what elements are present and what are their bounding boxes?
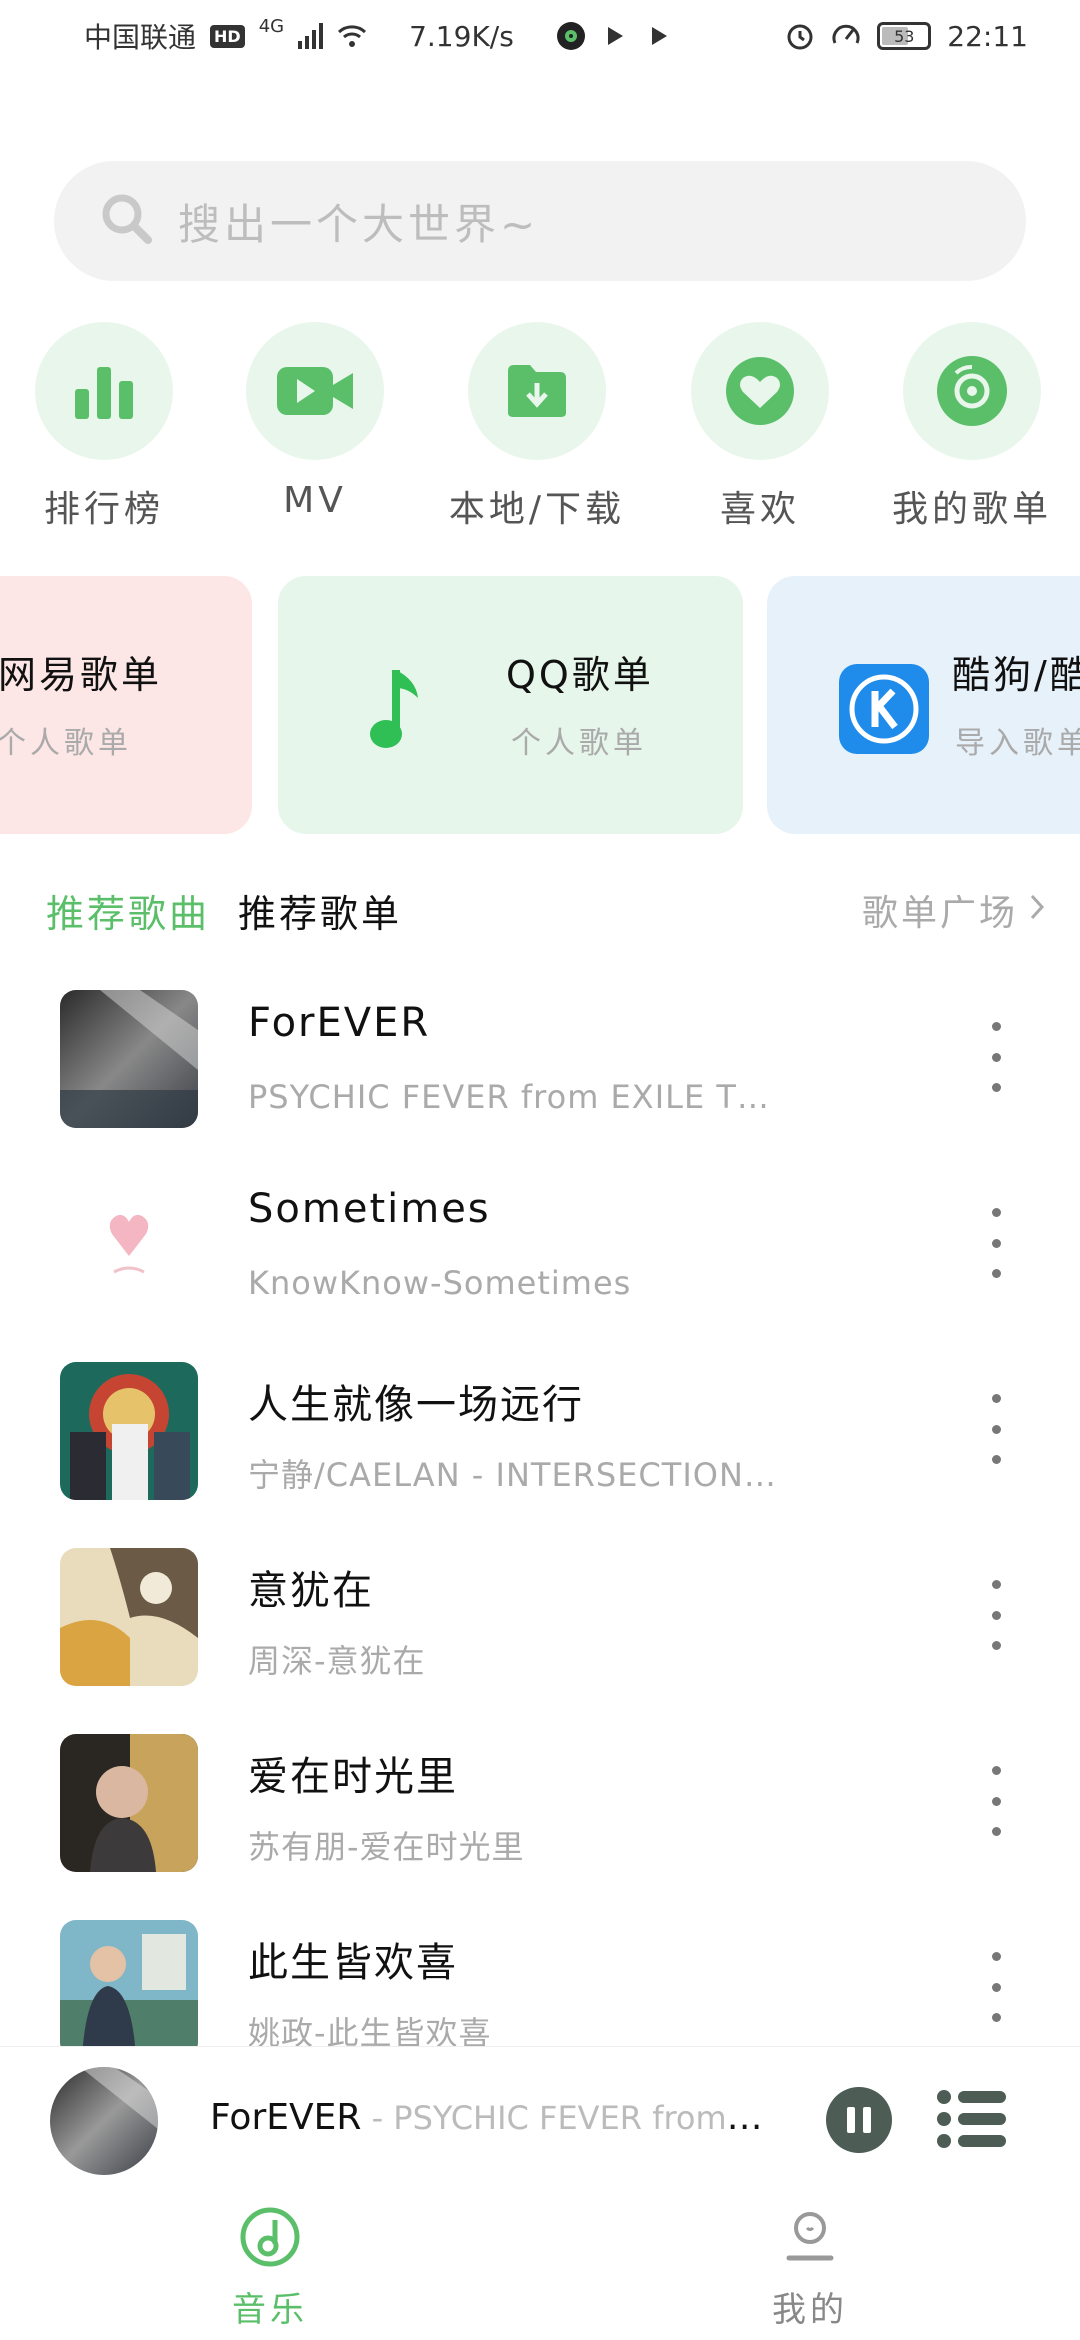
song-row[interactable]: Sometimes KnowKnow-Sometimes <box>0 1164 1080 1350</box>
now-playing-info: ForEVER - PSYCHIC FEVER from EXILE TRIBE <box>210 2097 770 2138</box>
chevron-right-icon <box>1028 890 1046 931</box>
network-type: 4G <box>258 16 285 37</box>
qq-playlist-card[interactable]: QQ歌单 个人歌单 <box>278 576 743 834</box>
song-title: 意犹在 <box>248 1568 374 1614</box>
mini-player[interactable]: ForEVER - PSYCHIC FEVER from EXILE TRIBE <box>0 2046 1080 2192</box>
song-row[interactable]: 人生就像一场远行 宁静/CAELAN - INTERSECTION-人生就像一场… <box>0 1350 1080 1536</box>
more-options-icon[interactable] <box>976 1022 1016 1092</box>
music-note-icon <box>368 666 428 760</box>
album-cover <box>60 1548 198 1686</box>
song-title: Sometimes <box>248 1186 491 1232</box>
speedometer-icon <box>831 21 861 51</box>
hd-badge: HD <box>210 24 245 48</box>
album-cover <box>60 1920 198 2048</box>
nav-music-label: 音乐 <box>232 2290 308 2330</box>
more-options-icon[interactable] <box>976 1766 1016 1836</box>
play-icon <box>600 21 630 51</box>
carrier-label: 中国联通 <box>84 21 197 54</box>
playlist-plaza-label: 歌单广场 <box>861 893 1018 934</box>
tab-recommended-songs[interactable]: 推荐歌曲 <box>46 883 210 938</box>
bar-chart-icon <box>35 322 173 460</box>
kugou-logo-icon <box>839 664 929 754</box>
now-playing-artist: - PSYCHIC FEVER from EXILE TRIBE <box>371 2099 770 2137</box>
my-playlists-label: 我的歌单 <box>891 489 1052 530</box>
favorite-button[interactable]: 喜欢 <box>660 322 860 532</box>
pause-button[interactable] <box>826 2087 892 2153</box>
song-artist: 姚政-此生皆欢喜 <box>248 2014 492 2048</box>
song-list: ForEVER PSYCHIC FEVER from EXILE TRIBE -… <box>0 978 1080 2048</box>
video-camera-icon <box>246 322 384 460</box>
song-title: ForEVER <box>248 1000 431 1046</box>
song-row[interactable]: 意犹在 周深-意犹在 <box>0 1536 1080 1722</box>
bottom-nav: 音乐 我的 <box>0 2192 1080 2340</box>
music-app-icon <box>556 21 586 51</box>
card-title: QQ歌单 <box>506 653 654 697</box>
song-artist: PSYCHIC FEVER from EXILE TRIBE - ForEVER <box>248 1078 788 1116</box>
user-icon <box>779 2206 841 2272</box>
heart-icon <box>691 322 829 460</box>
rank-label: 排行榜 <box>43 489 164 530</box>
download-folder-icon <box>468 322 606 460</box>
source-cards: 网易歌单 个人歌单 QQ歌单 个人歌单 酷狗/酷 导入歌单 <box>0 576 1080 834</box>
album-cover <box>60 1176 198 1314</box>
mv-label: MV <box>283 480 347 521</box>
more-options-icon[interactable] <box>976 1394 1016 1464</box>
mv-button[interactable]: MV <box>215 322 415 521</box>
netease-playlist-card[interactable]: 网易歌单 个人歌单 <box>0 576 252 834</box>
song-artist: 宁静/CAELAN - INTERSECTION-人生就像一场远行 <box>248 1456 788 1494</box>
song-title: 人生就像一场远行 <box>248 1382 584 1428</box>
song-title: 爱在时光里 <box>248 1754 458 1800</box>
music-disc-icon <box>239 2206 301 2272</box>
kugou-playlist-card[interactable]: 酷狗/酷 导入歌单 <box>767 576 1080 834</box>
song-row[interactable]: 爱在时光里 苏有朋-爱在时光里 <box>0 1722 1080 1908</box>
card-title: 酷狗/酷 <box>952 653 1080 697</box>
card-subtitle: 导入歌单 <box>955 726 1080 761</box>
song-row[interactable]: ForEVER PSYCHIC FEVER from EXILE TRIBE -… <box>0 978 1080 1164</box>
favorite-label: 喜欢 <box>719 489 800 530</box>
song-artist: 苏有朋-爱在时光里 <box>248 1828 525 1866</box>
card-subtitle: 个人歌单 <box>0 726 132 761</box>
alarm-icon <box>785 21 815 51</box>
search-icon <box>98 190 156 252</box>
album-cover <box>60 990 198 1128</box>
more-options-icon[interactable] <box>976 1580 1016 1650</box>
disc-icon <box>903 322 1041 460</box>
nav-mine-label: 我的 <box>772 2290 848 2330</box>
signal-icon <box>298 23 324 49</box>
my-playlists-button[interactable]: 我的歌单 <box>872 322 1072 532</box>
more-options-icon[interactable] <box>976 1208 1016 1278</box>
song-artist: KnowKnow-Sometimes <box>248 1264 632 1302</box>
album-cover <box>60 1734 198 1872</box>
play-icon <box>644 21 674 51</box>
clock: 22:11 <box>947 19 1028 53</box>
status-bar: 中国联通 HD 4G 7.19K/s 53 22:11 <box>0 0 1080 72</box>
local-download-button[interactable]: 本地/下载 <box>437 322 637 532</box>
wifi-icon <box>337 21 367 51</box>
song-artist: 周深-意犹在 <box>248 1642 426 1680</box>
song-row[interactable]: 此生皆欢喜 姚政-此生皆欢喜 <box>0 1908 1080 2048</box>
now-playing-cover <box>50 2067 158 2175</box>
search-bar[interactable]: 搜出一个大世界~ <box>54 161 1026 281</box>
search-placeholder: 搜出一个大世界~ <box>178 199 540 249</box>
local-download-label: 本地/下载 <box>448 489 626 530</box>
now-playing-title: ForEVER <box>210 2097 362 2138</box>
nav-mine[interactable]: 我的 <box>540 2192 1080 2340</box>
rank-button[interactable]: 排行榜 <box>4 322 204 532</box>
quick-actions: 排行榜 MV 本地/下载 喜欢 我的歌单 <box>0 322 1080 532</box>
more-options-icon[interactable] <box>976 1952 1016 2022</box>
song-title: 此生皆欢喜 <box>248 1940 458 1986</box>
nav-music[interactable]: 音乐 <box>0 2192 540 2340</box>
album-cover <box>60 1362 198 1500</box>
playlist-queue-icon[interactable] <box>936 2089 1008 2149</box>
tab-recommended-playlists[interactable]: 推荐歌单 <box>238 883 402 938</box>
network-speed: 7.19K/s <box>409 19 514 53</box>
card-title: 网易歌单 <box>0 653 163 697</box>
section-tabs: 推荐歌曲 推荐歌单 歌单广场 <box>46 880 1046 940</box>
card-subtitle: 个人歌单 <box>511 726 647 761</box>
battery-icon: 53 <box>877 22 932 50</box>
playlist-plaza-link[interactable]: 歌单广场 <box>862 884 1046 936</box>
